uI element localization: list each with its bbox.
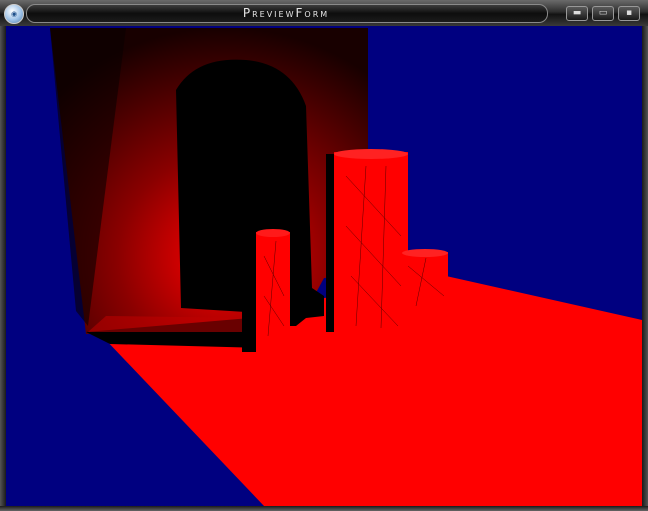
window-frame-right bbox=[642, 26, 648, 511]
cylinder-small-top bbox=[256, 229, 290, 237]
title-bar[interactable]: ◉ PreviewForm ▬ ▭ ▪ bbox=[0, 0, 648, 26]
close-button[interactable]: ▪ bbox=[618, 6, 640, 21]
maximize-button[interactable]: ▭ bbox=[592, 6, 614, 21]
app-logo-icon[interactable]: ◉ bbox=[4, 4, 24, 24]
cylinder-tall bbox=[334, 152, 408, 332]
window-frame-bottom bbox=[0, 506, 648, 511]
cylinder-small-shadow bbox=[242, 232, 256, 352]
scene-canvas bbox=[6, 26, 642, 506]
render-viewport[interactable] bbox=[6, 26, 642, 506]
cylinder-tall-top bbox=[334, 149, 408, 159]
cylinder-small bbox=[256, 232, 290, 350]
window-title: PreviewForm bbox=[242, 6, 330, 20]
cylinder-right-top bbox=[402, 249, 448, 257]
ledge-lit bbox=[88, 316, 250, 332]
preview-window: ◉ PreviewForm ▬ ▭ ▪ bbox=[0, 0, 648, 511]
window-controls: ▬ ▭ ▪ bbox=[566, 6, 640, 21]
minimize-button[interactable]: ▬ bbox=[566, 6, 588, 21]
